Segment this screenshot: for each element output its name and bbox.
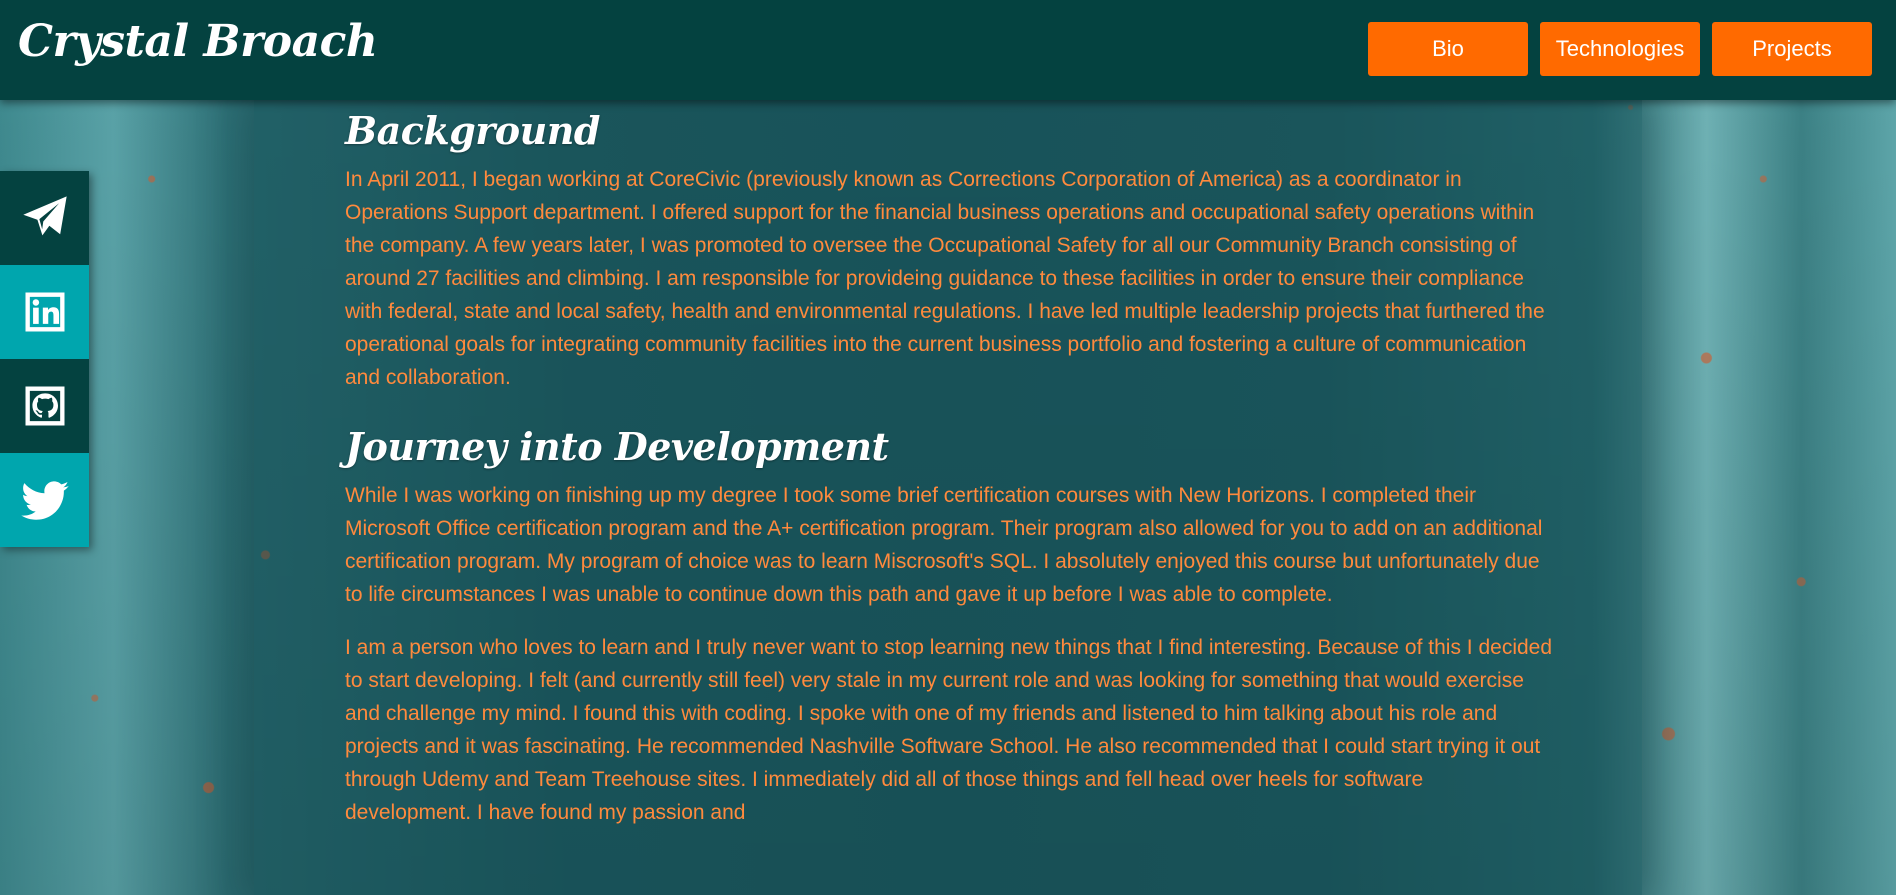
telegram-icon	[22, 196, 67, 236]
journey-heading: Journey into Development	[345, 424, 889, 469]
twitter-link[interactable]	[0, 453, 89, 547]
github-icon	[25, 386, 64, 426]
main-nav: Bio Technologies Projects	[1368, 22, 1872, 76]
journey-section: Journey into Development While I was wor…	[345, 424, 1555, 829]
nav-bio-button[interactable]: Bio	[1368, 22, 1528, 76]
github-link[interactable]	[0, 359, 89, 453]
nav-projects-button[interactable]: Projects	[1712, 22, 1872, 76]
background-paragraph: In April 2011, I began working at CoreCi…	[345, 168, 1545, 389]
social-links-bar	[0, 171, 89, 547]
telegram-link[interactable]	[0, 171, 89, 265]
journey-paragraph-1: While I was working on finishing up my d…	[345, 484, 1543, 606]
twitter-icon	[20, 481, 69, 520]
linkedin-link[interactable]	[0, 265, 89, 359]
site-title[interactable]: Crystal Broach	[18, 16, 378, 67]
background-heading: Background	[345, 108, 600, 153]
linkedin-icon	[25, 292, 64, 332]
site-header: Crystal Broach Bio Technologies Projects	[0, 0, 1896, 100]
nav-technologies-button[interactable]: Technologies	[1540, 22, 1700, 76]
journey-paragraph-2: I am a person who loves to learn and I t…	[345, 636, 1553, 824]
bio-content: Background In April 2011, I began workin…	[345, 108, 1555, 829]
background-section: Background In April 2011, I began workin…	[345, 108, 1555, 394]
